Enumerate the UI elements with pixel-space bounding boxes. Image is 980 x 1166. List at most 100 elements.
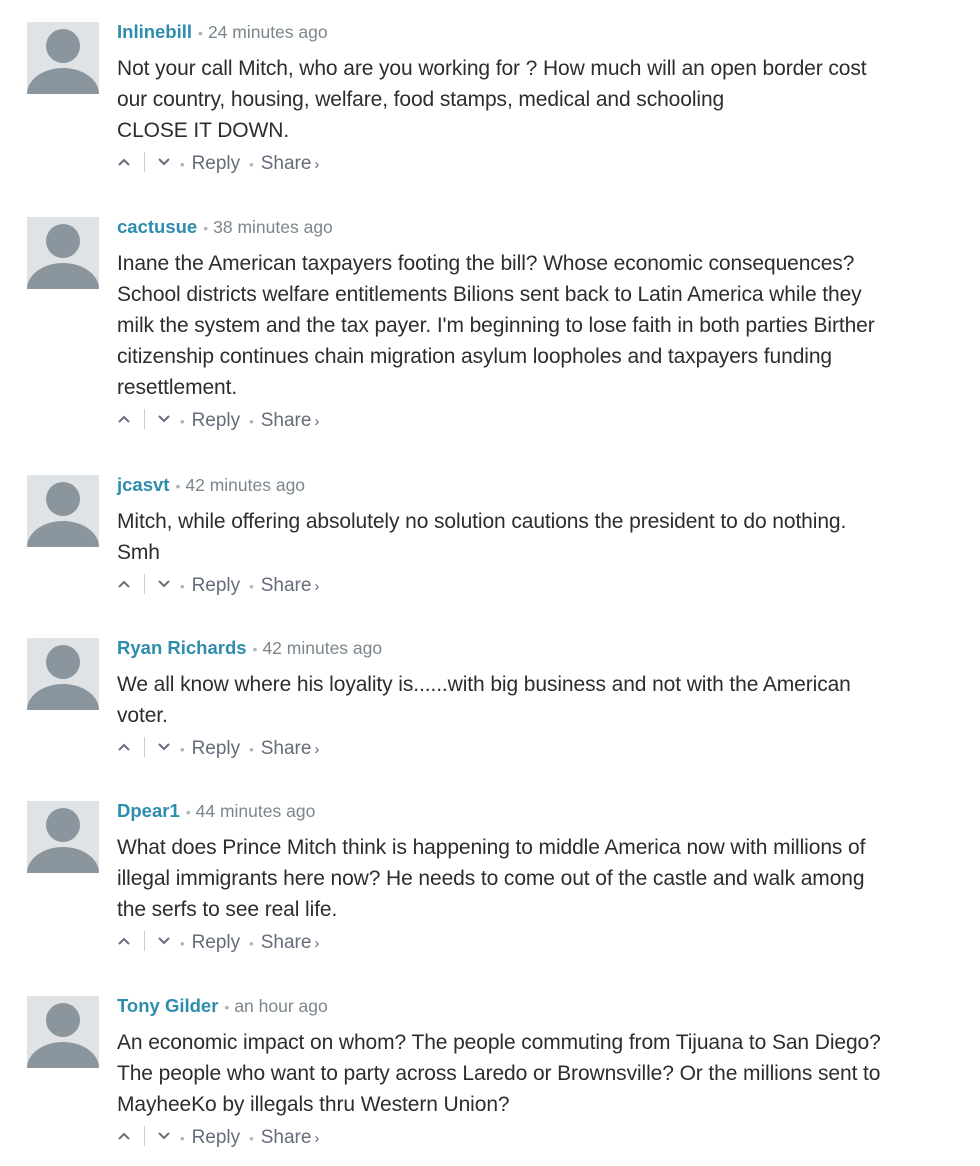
comment-text: What does Prince Mitch think is happenin… <box>117 832 960 925</box>
meta-separator: • <box>185 804 191 820</box>
chevron-down-icon[interactable] <box>157 155 171 169</box>
chevron-right-icon: › <box>314 156 320 173</box>
comment-line: We all know where his loyality is......w… <box>117 673 851 696</box>
comment-timestamp[interactable]: 42 minutes ago <box>262 638 382 658</box>
comment-line: Mitch, while offering absolutely no solu… <box>117 510 847 533</box>
author-name[interactable]: jcasvt <box>117 474 169 495</box>
chevron-down-icon[interactable] <box>157 740 171 754</box>
chevron-up-icon[interactable] <box>117 740 131 754</box>
meta-separator: • <box>252 641 258 657</box>
chevron-down-icon[interactable] <box>157 577 171 591</box>
share-button[interactable]: Share › <box>261 1127 320 1148</box>
comment-actions: • Reply • Share › <box>117 1122 960 1154</box>
share-label: Share <box>260 575 312 596</box>
reply-button[interactable]: Reply <box>192 410 241 431</box>
author-name[interactable]: Tony Gilder <box>117 995 218 1016</box>
comment-actions: • Reply • Share › <box>117 405 960 437</box>
comment-text: Inane the American taxpayers footing the… <box>117 248 960 403</box>
share-button[interactable]: Share › <box>261 738 320 759</box>
comment-text: Not your call Mitch, who are you working… <box>117 53 960 146</box>
chevron-up-icon[interactable] <box>117 1129 131 1143</box>
action-separator: • <box>249 157 254 172</box>
comment-timestamp[interactable]: 44 minutes ago <box>196 801 316 821</box>
chevron-right-icon: › <box>314 741 320 758</box>
share-label: Share <box>260 410 312 431</box>
vote-divider <box>144 737 145 758</box>
action-separator: • <box>180 157 185 172</box>
comment-actions: • Reply • Share › <box>117 570 960 602</box>
action-separator: • <box>180 414 185 429</box>
chevron-up-icon[interactable] <box>117 412 131 426</box>
comment-line: The people who want to party across Lare… <box>117 1062 881 1085</box>
share-label: Share <box>260 738 312 759</box>
vote-divider <box>144 152 145 173</box>
avatar-icon[interactable] <box>27 475 99 547</box>
comment-line: our country, housing, welfare, food stam… <box>117 88 725 111</box>
comment-text: An economic impact on whom? The people c… <box>117 1027 960 1120</box>
action-separator: • <box>180 579 185 594</box>
reply-button[interactable]: Reply <box>192 153 241 174</box>
comment-line: School districts welfare entitlements Bi… <box>117 283 862 306</box>
comment-line: milk the system and the tax payer. I'm b… <box>117 314 875 337</box>
comment-meta: Dpear1 • 44 minutes ago <box>117 800 960 822</box>
chevron-down-icon[interactable] <box>157 1129 171 1143</box>
share-button[interactable]: Share › <box>261 410 320 431</box>
comment-text: Mitch, while offering absolutely no solu… <box>117 506 960 568</box>
comment-actions: • Reply • Share › <box>117 927 960 959</box>
comment-line: resettlement. <box>117 376 238 399</box>
chevron-right-icon: › <box>314 413 320 430</box>
chevron-down-icon[interactable] <box>157 412 171 426</box>
comment-line: the serfs to see real life. <box>117 898 338 921</box>
share-button[interactable]: Share › <box>261 932 320 953</box>
reply-button[interactable]: Reply <box>192 1127 241 1148</box>
share-label: Share <box>260 153 312 174</box>
author-name[interactable]: Inlinebill <box>117 21 192 42</box>
vote-divider <box>144 574 145 595</box>
comment-line: citizenship continues chain migration as… <box>117 345 832 368</box>
chevron-up-icon[interactable] <box>117 155 131 169</box>
share-label: Share <box>260 932 312 953</box>
comment-meta: Tony Gilder • an hour ago <box>117 995 960 1017</box>
comment-actions: • Reply • Share › <box>117 733 960 765</box>
avatar-icon[interactable] <box>27 22 99 94</box>
action-separator: • <box>180 1131 185 1146</box>
comment-timestamp[interactable]: 38 minutes ago <box>213 217 333 237</box>
reply-button[interactable]: Reply <box>192 738 241 759</box>
share-button[interactable]: Share › <box>261 153 320 174</box>
comment-line: What does Prince Mitch think is happenin… <box>117 836 866 859</box>
chevron-right-icon: › <box>314 1130 320 1147</box>
comment-meta: Ryan Richards • 42 minutes ago <box>117 637 960 659</box>
comment-line: voter. <box>117 704 168 727</box>
comment-line: Inane the American taxpayers footing the… <box>117 252 855 275</box>
action-separator: • <box>249 742 254 757</box>
action-separator: • <box>249 414 254 429</box>
meta-separator: • <box>175 478 181 494</box>
meta-separator: • <box>224 999 230 1015</box>
chevron-up-icon[interactable] <box>117 934 131 948</box>
chevron-down-icon[interactable] <box>157 934 171 948</box>
meta-separator: • <box>198 25 203 41</box>
avatar-icon[interactable] <box>27 638 99 710</box>
comment-timestamp[interactable]: an hour ago <box>234 996 327 1016</box>
action-separator: • <box>249 936 254 951</box>
comment-line: CLOSE IT DOWN. <box>117 119 290 142</box>
author-name[interactable]: Dpear1 <box>117 800 180 821</box>
comment-timestamp[interactable]: 42 minutes ago <box>185 475 305 495</box>
share-button[interactable]: Share › <box>261 575 320 596</box>
comment-line: Smh <box>117 541 160 564</box>
chevron-up-icon[interactable] <box>117 577 131 591</box>
comment-timestamp[interactable]: 24 minutes ago <box>208 22 328 42</box>
reply-button[interactable]: Reply <box>192 932 241 953</box>
action-separator: • <box>249 579 254 594</box>
author-name[interactable]: cactusue <box>117 216 197 237</box>
comment-meta: jcasvt • 42 minutes ago <box>117 474 960 496</box>
author-name[interactable]: Ryan Richards <box>117 637 247 658</box>
avatar-icon[interactable] <box>27 996 99 1068</box>
avatar-icon[interactable] <box>27 801 99 873</box>
comment-meta: cactusue • 38 minutes ago <box>117 216 960 238</box>
reply-button[interactable]: Reply <box>192 575 241 596</box>
action-separator: • <box>180 936 185 951</box>
avatar-icon[interactable] <box>27 217 99 289</box>
share-label: Share <box>260 1127 312 1148</box>
comment-line: illegal immigrants here now? He needs to… <box>117 867 865 890</box>
